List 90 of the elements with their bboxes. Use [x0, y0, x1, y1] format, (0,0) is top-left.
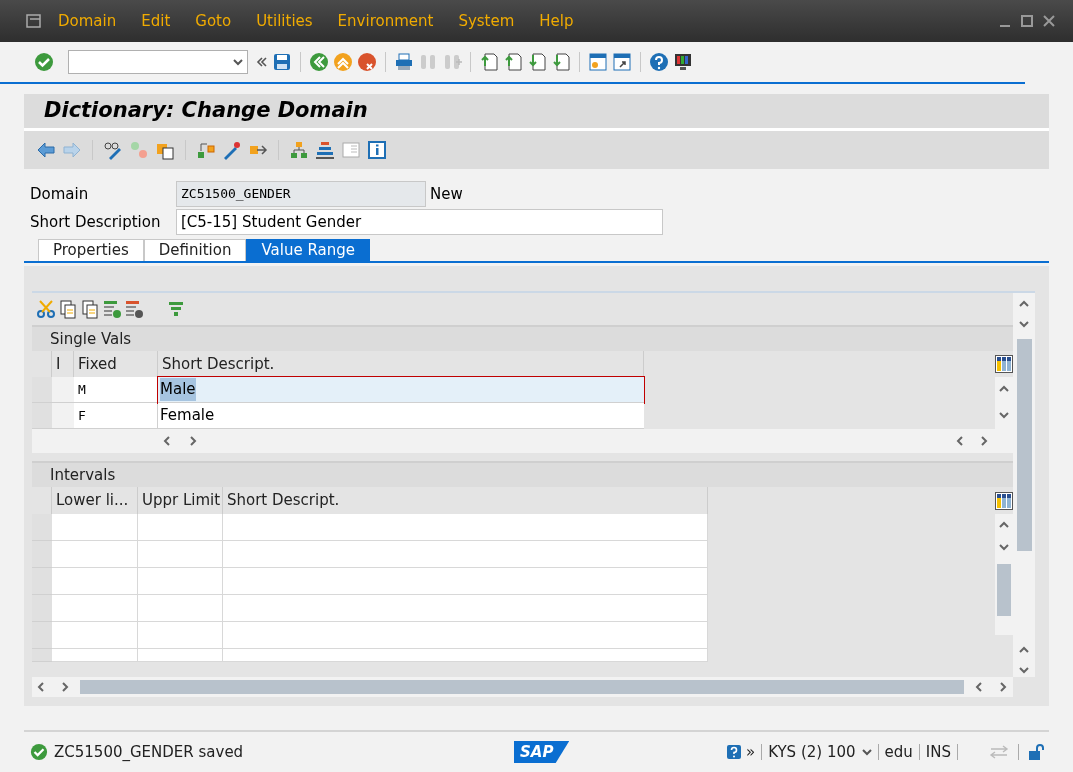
delete-row-icon[interactable]: [124, 299, 144, 319]
table-cell[interactable]: [52, 541, 138, 568]
section-header: Intervals: [32, 461, 1013, 487]
previous-page-icon[interactable]: [503, 52, 523, 72]
table-cell[interactable]: [223, 541, 708, 568]
status-message: ZC51500_GENDER saved: [54, 741, 245, 763]
domain-field: ZC51500_GENDER: [176, 181, 426, 207]
table-cell[interactable]: [223, 514, 708, 541]
table-cell[interactable]: [52, 514, 138, 541]
table-cell[interactable]: Female: [158, 403, 644, 429]
screen-title: Dictionary: Change Domain: [24, 94, 1049, 128]
scrollbar-thumb[interactable]: [1016, 339, 1032, 551]
client-user: edu: [884, 741, 913, 763]
print-icon[interactable]: [394, 52, 414, 72]
tab[interactable]: Value Range: [246, 239, 370, 261]
back-icon[interactable]: [309, 52, 329, 72]
column-settings-icon[interactable]: [995, 355, 1013, 373]
menu-icon[interactable]: [26, 14, 42, 28]
success-icon: [30, 743, 48, 761]
field-label: Domain: [29, 183, 90, 205]
back-arrow-icon[interactable]: [36, 140, 56, 160]
stack-icon[interactable]: [315, 140, 335, 160]
hierarchy-icon[interactable]: [289, 140, 309, 160]
menu-item[interactable]: Edit: [141, 9, 171, 33]
table-cell[interactable]: [138, 649, 223, 662]
table-cell[interactable]: [223, 622, 708, 649]
filter-icon[interactable]: [166, 299, 186, 319]
table-cell: M: [74, 377, 158, 403]
scrollbar-thumb[interactable]: [997, 564, 1011, 616]
table-cell[interactable]: [223, 595, 708, 622]
table-cell[interactable]: [138, 514, 223, 541]
table-cell[interactable]: [138, 568, 223, 595]
description-field[interactable]: [C5-15] Student Gender: [176, 209, 663, 235]
input-mode: INS: [925, 741, 951, 763]
table-cell[interactable]: [52, 649, 138, 662]
section-header: Single Vals: [32, 325, 1013, 351]
table-cell[interactable]: [52, 622, 138, 649]
wand-icon[interactable]: [222, 140, 242, 160]
menu-item[interactable]: Utilities: [256, 9, 313, 33]
paste-icon[interactable]: [80, 299, 100, 319]
caret-icon: [233, 58, 243, 66]
column-settings-icon[interactable]: [995, 491, 1013, 510]
display-change-icon[interactable]: [103, 140, 123, 160]
table-cell[interactable]: [52, 568, 138, 595]
field-label: Short Description: [29, 211, 162, 233]
expand-toggle[interactable]: »: [745, 740, 756, 764]
new-session-icon[interactable]: [588, 52, 608, 72]
status-text: New: [430, 183, 463, 205]
collapse-icon[interactable]: [256, 56, 268, 68]
table-cell[interactable]: [138, 595, 223, 622]
table-cell[interactable]: [52, 595, 138, 622]
cancel-icon[interactable]: [357, 52, 377, 72]
command-field[interactable]: [68, 50, 248, 74]
copy-icon[interactable]: [58, 299, 78, 319]
help-icon[interactable]: [649, 52, 669, 72]
system-info[interactable]: KYS (2) 100: [768, 740, 856, 764]
help-icon[interactable]: [725, 744, 742, 760]
exit-icon[interactable]: [333, 52, 353, 72]
sap-logo: SAP: [514, 740, 570, 764]
close-icon[interactable]: [1043, 15, 1055, 27]
last-page-icon[interactable]: [551, 52, 571, 72]
table-cell[interactable]: [138, 541, 223, 568]
cut-icon[interactable]: [36, 299, 56, 319]
insert-row-icon[interactable]: [102, 299, 122, 319]
tab[interactable]: Properties: [38, 239, 144, 261]
table-cell: F: [74, 403, 158, 429]
unlock-icon[interactable]: [1027, 743, 1045, 761]
info-icon[interactable]: [367, 140, 387, 160]
menu-item[interactable]: System: [458, 9, 515, 33]
next-page-icon[interactable]: [527, 52, 547, 72]
caret-icon[interactable]: [861, 748, 872, 756]
enter-icon[interactable]: [34, 52, 54, 72]
layout-icon[interactable]: [673, 52, 693, 72]
menu-item[interactable]: Domain: [58, 9, 117, 33]
transfer-icon: [988, 744, 1010, 760]
maximize-icon[interactable]: [1021, 15, 1033, 27]
vertical-scrollbar[interactable]: [1013, 293, 1035, 677]
first-page-icon[interactable]: [479, 52, 499, 72]
table-cell[interactable]: [223, 568, 708, 595]
menu-item[interactable]: Help: [539, 9, 574, 33]
menu-item[interactable]: Goto: [195, 9, 232, 33]
save-icon[interactable]: [272, 52, 292, 72]
table-cell[interactable]: Male: [158, 377, 644, 403]
shortcut-icon[interactable]: [612, 52, 632, 72]
menu-item[interactable]: Environment: [337, 9, 434, 33]
table-cell[interactable]: [223, 649, 708, 662]
table-cell: [52, 377, 74, 403]
scrollbar-thumb[interactable]: [80, 680, 964, 694]
table-cell[interactable]: [138, 622, 223, 649]
tab[interactable]: Definition: [143, 239, 247, 261]
